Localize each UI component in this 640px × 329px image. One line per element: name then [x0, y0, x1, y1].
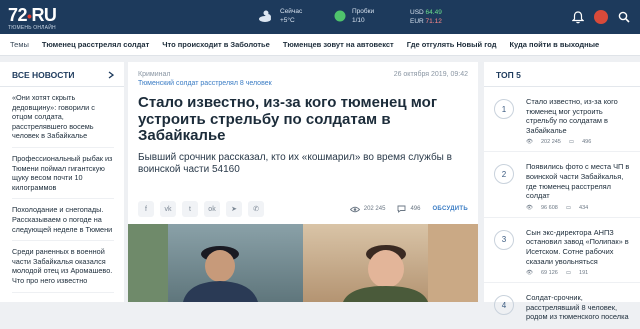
all-news-title: ВСЕ НОВОСТИ [12, 70, 75, 80]
cloud-icon [259, 10, 271, 22]
traffic-light-icon [334, 10, 346, 22]
top5-item[interactable]: 1 Стало известно, из-за кого тюменец мог… [484, 87, 640, 153]
news-list-item[interactable]: Среди раненных в военной части Забайкаль… [12, 241, 114, 293]
top5-item-title: Стало известно, из-за кого тюменец мог у… [526, 97, 618, 135]
facebook-icon[interactable]: f [138, 201, 154, 217]
comment-icon: ▭ [568, 139, 575, 146]
weather-widget[interactable]: Сейчас +5°С [258, 7, 302, 25]
comment-icon [397, 205, 406, 213]
usd-value: 64.49 [425, 9, 442, 16]
article: Криминал 26 октября 2019, 09:42 Тюменски… [128, 62, 478, 302]
top5-item-title: Появились фото с места ЧП в воинской час… [526, 162, 630, 201]
article-date: 26 октября 2019, 09:42 [393, 71, 468, 78]
nav-item[interactable]: Куда пойти в выходные [509, 40, 599, 49]
views-count: 69 126 [540, 270, 558, 277]
article-story-link[interactable]: Тюменский солдат расстрелял 8 человек [128, 78, 478, 87]
chevron-right-icon [108, 71, 114, 79]
news-list-item[interactable]: Профессиональный рыбак из Тюмени поймал … [12, 148, 114, 200]
currency-rates[interactable]: USD 64.49 EUR 71.12 [410, 8, 442, 26]
all-news-column: ВСЕ НОВОСТИ «Они хотят скрыть дедовщину»… [0, 62, 124, 302]
traffic-label: Пробки [352, 8, 375, 15]
comment-icon: ▭ [565, 204, 572, 211]
eye-icon [349, 206, 360, 212]
top5-header: ТОП 5 [484, 62, 640, 87]
nav-item[interactable]: Где отгулять Новый год [407, 40, 497, 49]
eye-icon: 👁 [526, 139, 533, 146]
eye-icon: 👁 [526, 270, 533, 277]
logo-number: 72 [8, 5, 28, 25]
views-count: 96 608 [540, 204, 558, 211]
article-category[interactable]: Криминал [138, 71, 170, 78]
comments-count: 496 [582, 139, 592, 146]
nav-item[interactable]: Что происходит в Заболотье [162, 40, 270, 49]
article-headline: Стало известно, из-за кого тюменец мог у… [138, 94, 438, 144]
comments-count: 191 [579, 270, 589, 277]
bell-icon[interactable] [572, 10, 584, 24]
comments-count: 434 [579, 204, 589, 211]
vk-icon[interactable]: vk [160, 201, 176, 217]
all-news-header[interactable]: ВСЕ НОВОСТИ [0, 62, 124, 87]
eur-value: 71.12 [425, 18, 442, 25]
article-photo[interactable] [128, 224, 478, 302]
search-icon[interactable] [618, 11, 630, 23]
traffic-value: 1/10 [352, 17, 365, 24]
topics-nav: Темы Тюменец расстрелял солдат Что проис… [0, 34, 640, 56]
article-lead: Бывший срочник рассказал, кто их «кошмар… [138, 151, 452, 176]
rank-badge: 2 [494, 164, 514, 185]
eur-label: EUR [410, 18, 424, 25]
nav-item-topics[interactable]: Темы [10, 40, 29, 49]
comments-count: 496 [410, 206, 421, 212]
eye-icon: 👁 [526, 204, 533, 211]
top5-title: ТОП 5 [496, 70, 521, 80]
share-bar: f vk t ok ➤ ✆ 202 245 496 ОБСУДИТЬ [138, 201, 468, 217]
nav-item[interactable]: Тюменец расстрелял солдат [42, 40, 149, 49]
site-logo[interactable]: 72•RU ТЮМЕНЬ ОНЛАЙН [8, 5, 88, 31]
weather-label: Сейчас [280, 8, 303, 15]
news-list-item[interactable]: «Они хотят скрыть дедовщину»: говорили с… [12, 87, 114, 148]
news-list-item[interactable]: Похолодание и снегопады. Рассказываем о … [12, 199, 114, 242]
rank-badge: 3 [494, 229, 514, 250]
top-bar: 72•RU ТЮМЕНЬ ОНЛАЙН Сейчас +5°С Пробки 1… [0, 0, 640, 34]
traffic-widget[interactable]: Пробки 1/10 [334, 7, 374, 25]
logo-subtitle: ТЮМЕНЬ ОНЛАЙН [8, 25, 56, 31]
telegram-icon[interactable]: ➤ [226, 201, 242, 217]
viber-icon[interactable]: ✆ [248, 201, 264, 217]
nav-item[interactable]: Тюменцев зовут на автовекст [283, 40, 394, 49]
top5-item-title: Сын экс-директора АНПЗ остановил завод «… [526, 227, 629, 266]
views-count: 202 245 [363, 206, 386, 212]
rank-badge: 1 [494, 99, 514, 119]
twitter-icon[interactable]: t [182, 201, 198, 217]
logo-ru: RU [31, 5, 57, 25]
top5-column: ТОП 5 1 Стало известно, из-за кого тюмен… [484, 62, 640, 329]
top5-item[interactable]: 4 Солдат-срочник, расстрелявший 8 челове… [484, 283, 640, 329]
rank-badge: 4 [494, 295, 514, 316]
odnoklassniki-icon[interactable]: ok [204, 201, 220, 217]
views-count: 202 245 [540, 139, 561, 146]
top5-item-title: Солдат-срочник, расстрелявший 8 человек,… [526, 293, 629, 322]
comment-icon: ▭ [565, 270, 572, 277]
weather-temp: +5°С [280, 17, 295, 24]
discuss-button[interactable]: ОБСУДИТЬ [432, 206, 468, 212]
usd-label: USD [410, 9, 424, 16]
top5-item[interactable]: 2 Появились фото с места ЧП в воинской ч… [484, 152, 640, 218]
avatar[interactable] [594, 10, 608, 24]
top5-item[interactable]: 3 Сын экс-директора АНПЗ остановил завод… [484, 218, 640, 284]
